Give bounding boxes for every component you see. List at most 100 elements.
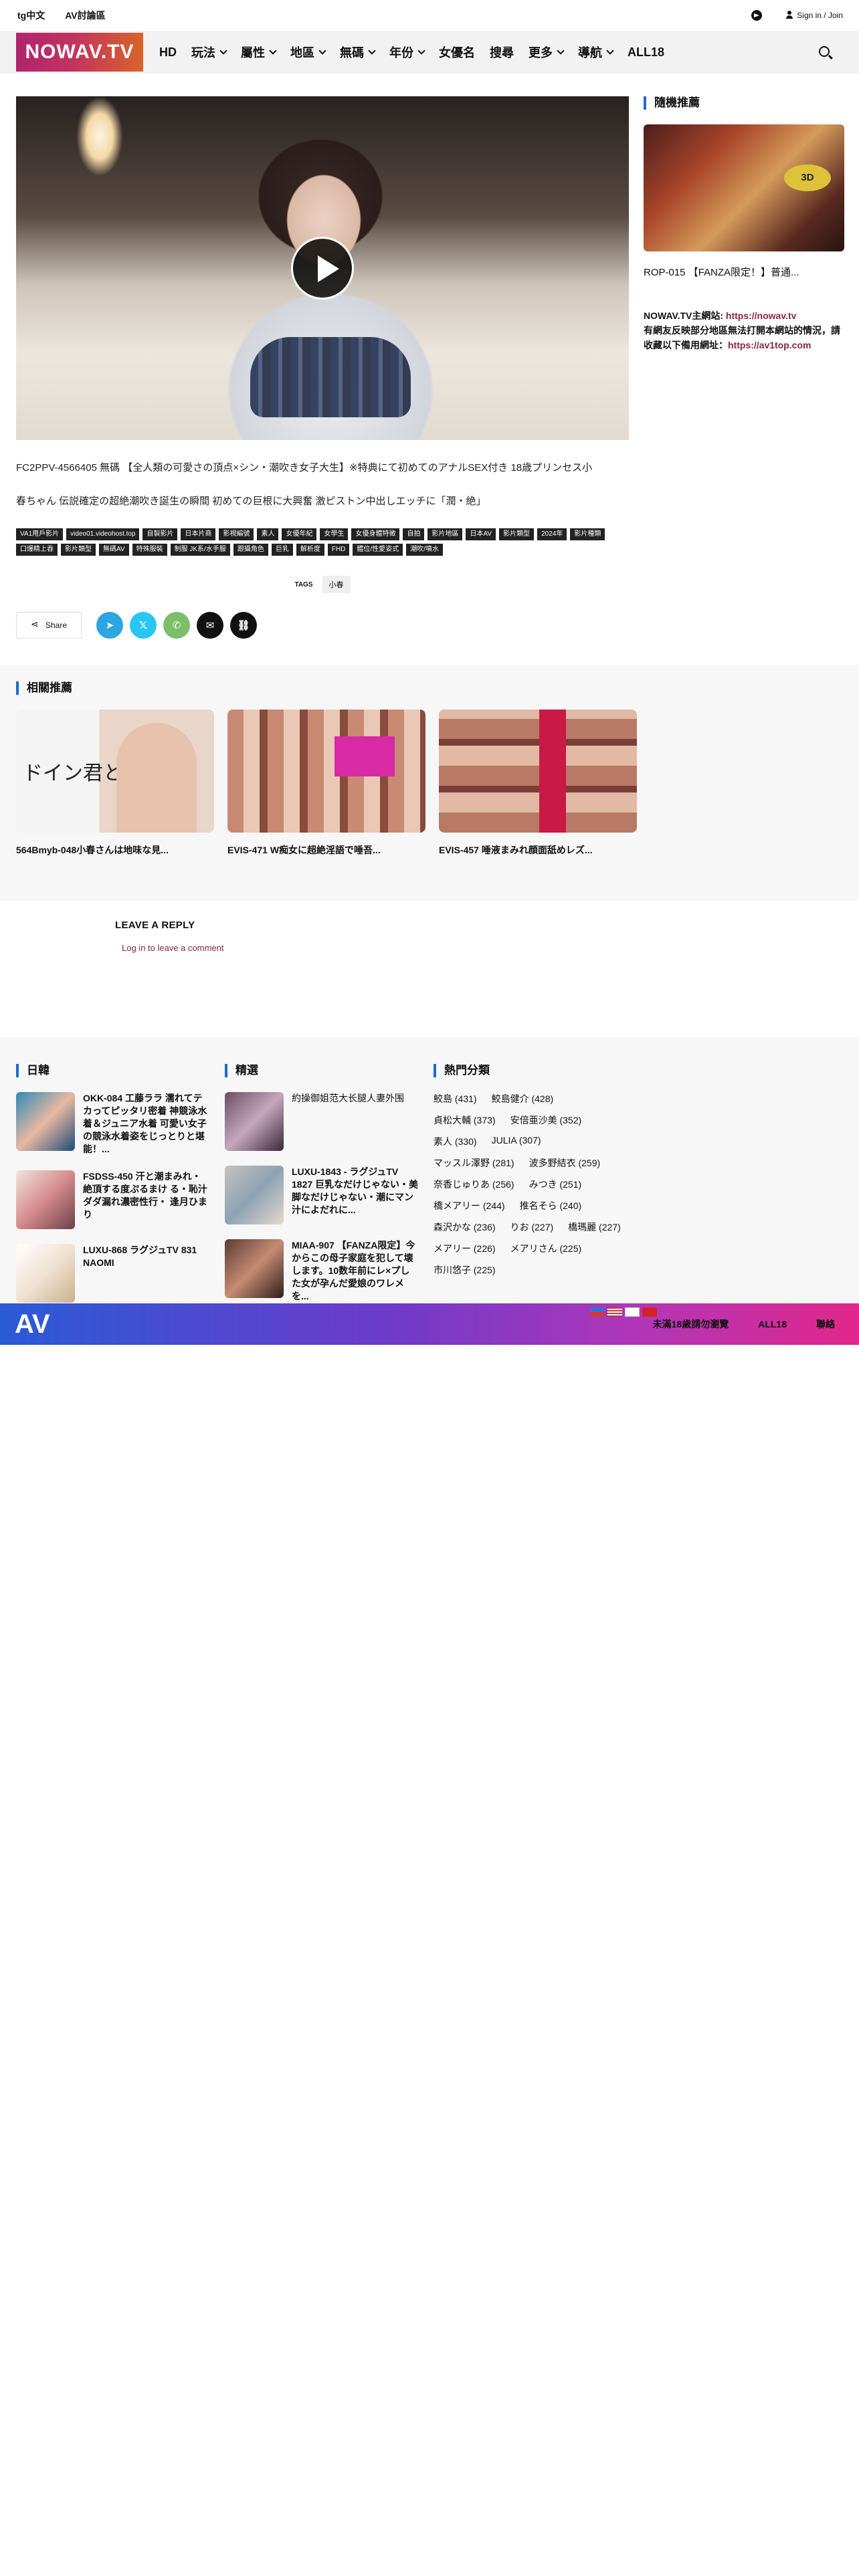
- nav-hd[interactable]: HD: [159, 45, 177, 60]
- popular-category-link[interactable]: 市川悠子 (225): [434, 1263, 496, 1277]
- footer-item[interactable]: LUXU-868 ラグジュTV 831 NAOMI: [16, 1244, 210, 1303]
- category-tag[interactable]: 2024年: [537, 528, 567, 540]
- category-tag[interactable]: 日本片商: [181, 528, 216, 540]
- category-tag[interactable]: 素人: [257, 528, 279, 540]
- email-share-icon[interactable]: ✉: [197, 612, 223, 639]
- related-thumbnail: [227, 710, 425, 833]
- main-header: NOWAV.TV HD 玩法 屬性 地區 無碼 年份 女優名 搜尋 更多 導航 …: [0, 31, 859, 74]
- category-tag[interactable]: FHD: [327, 544, 350, 556]
- nav-uncensored[interactable]: 無碼: [340, 43, 376, 61]
- play-icon[interactable]: [291, 237, 354, 300]
- category-tag[interactable]: video01.videohost.top: [66, 528, 140, 540]
- related-card[interactable]: ドイン君と 564Bmyb-048小春さんは地味な見...: [16, 710, 214, 857]
- nav-year[interactable]: 年份: [389, 43, 425, 61]
- popular-category-link[interactable]: 橋瑪麗 (227): [568, 1220, 621, 1234]
- category-tag[interactable]: 無碼AV: [99, 544, 129, 556]
- all18-link[interactable]: ALL18: [758, 1319, 787, 1329]
- nav-attr[interactable]: 屬性: [241, 43, 277, 61]
- popular-categories: 鮫島 (431) 鮫島健介 (428) 貞松大輔 (373) 安倍亜沙美 (352) 素…: [434, 1092, 628, 1277]
- related-thumbnail: [439, 710, 637, 833]
- category-tag[interactable]: 自拍: [403, 528, 425, 540]
- category-tag[interactable]: 口爆精上吞: [16, 544, 58, 556]
- category-tag[interactable]: 女優身體特徵: [351, 528, 400, 540]
- category-tag[interactable]: 女學生: [320, 528, 349, 540]
- category-tag[interactable]: 體位/性愛姿式: [353, 544, 403, 556]
- category-tag[interactable]: 潮吹/噴水: [406, 544, 443, 556]
- popular-category-link[interactable]: 森沢かな (236): [434, 1220, 496, 1234]
- nav-actress[interactable]: 女優名: [439, 43, 475, 61]
- footer-item[interactable]: LUXU-1843 - ラグジュTV 1827 巨乳なだけじゃない・美脚なだけじ…: [225, 1166, 419, 1224]
- thumbnail-art: ドイン君と: [23, 762, 123, 785]
- nav-more[interactable]: 更多: [529, 43, 565, 61]
- footer-item[interactable]: OKK-084 工藤ララ 濡れてテカってピッタリ密着 神競泳水着＆ジュニア水着 …: [16, 1092, 210, 1156]
- telegram-share-icon[interactable]: ➤: [96, 612, 123, 639]
- site-logo[interactable]: NOWAV.TV: [16, 33, 143, 72]
- popular-category-link[interactable]: 波多野結衣 (259): [529, 1156, 601, 1170]
- category-tag[interactable]: 影片類型: [61, 544, 96, 556]
- related-card[interactable]: EVIS-457 唾液まみれ顔面舐めレズ...: [439, 710, 637, 857]
- popular-category-link[interactable]: JULIA (307): [492, 1135, 541, 1148]
- category-tag[interactable]: 解析度: [296, 544, 324, 556]
- category-tag[interactable]: 制服 JK系/水手服: [170, 544, 230, 556]
- related-card[interactable]: EVIS-471 W痴女に超絶淫語で唾吾...: [227, 710, 425, 857]
- backup-site-link[interactable]: https://av1top.com: [728, 340, 811, 350]
- category-tag[interactable]: 自製影片: [142, 528, 178, 540]
- tag-link[interactable]: 小春: [322, 576, 351, 593]
- category-tag[interactable]: 影片地區: [427, 528, 463, 540]
- nav-region[interactable]: 地區: [290, 43, 326, 61]
- nav-search[interactable]: 搜尋: [490, 43, 514, 61]
- popular-category-link[interactable]: 橋メアリー (244): [434, 1199, 505, 1212]
- chevron-down-icon: [557, 46, 565, 55]
- popular-category-link[interactable]: 推名そら (240): [520, 1199, 582, 1212]
- footer-item[interactable]: 約操御姐范大长腿人妻外围: [225, 1092, 419, 1151]
- video-player[interactable]: [16, 96, 629, 440]
- search-icon[interactable]: [819, 46, 830, 57]
- share-button[interactable]: Share: [16, 612, 82, 639]
- popular-category-link[interactable]: 奈香じゅりあ (256): [434, 1178, 514, 1191]
- whatsapp-share-icon[interactable]: ✆: [163, 612, 190, 639]
- popular-category-link[interactable]: マッスル澤野 (281): [434, 1156, 514, 1170]
- footer-item[interactable]: FSDSS-450 汗と潮まみれ・絶頂する度ぷるまけ る・恥汁ダダ漏れ濃密性行・…: [16, 1170, 210, 1229]
- popular-category-link[interactable]: 安倍亜沙美 (352): [510, 1113, 582, 1127]
- category-tag[interactable]: 影片類型: [499, 528, 535, 540]
- popular-category-link[interactable]: みつき (251): [529, 1178, 582, 1191]
- category-tag[interactable]: 跟攝角色: [233, 544, 268, 556]
- popular-category-link[interactable]: りお (227): [510, 1220, 554, 1234]
- category-tag[interactable]: 影視編號: [219, 528, 254, 540]
- topbar-link-tg[interactable]: tg中文: [17, 9, 45, 22]
- nav-all18[interactable]: ALL18: [628, 45, 664, 60]
- category-tag[interactable]: 影片種類: [570, 528, 605, 540]
- popular-category-link[interactable]: 鮫島健介 (428): [492, 1092, 554, 1105]
- popular-category-link[interactable]: メアリさん (225): [510, 1242, 582, 1255]
- age-warning-link[interactable]: 未滿18歲請勿瀏覽: [653, 1317, 729, 1331]
- popular-category-link[interactable]: 鮫島 (431): [434, 1092, 477, 1105]
- sidebar-item[interactable]: 3D ROP-015 【FANZA限定！】普通...: [644, 124, 844, 279]
- popular-category-link[interactable]: メアリー (226): [434, 1242, 496, 1255]
- category-tag[interactable]: VA1用戶影片: [16, 528, 64, 540]
- twitter-share-icon[interactable]: 𝕏: [130, 612, 157, 639]
- nav-play[interactable]: 玩法: [191, 43, 227, 61]
- contact-link[interactable]: 聯絡: [816, 1317, 835, 1331]
- copy-link-icon[interactable]: ⛓: [230, 612, 257, 639]
- login-to-comment-link[interactable]: Log in to leave a comment: [122, 943, 629, 953]
- footer-item[interactable]: MIAA-907 【FANZA限定】今からこの母子家庭を犯して壊します。10数年…: [225, 1239, 419, 1303]
- related-title-text: EVIS-471 W痴女に超絶淫語で唾吾...: [227, 845, 381, 855]
- thumbnail-art: [335, 736, 395, 776]
- main-site-link[interactable]: https://nowav.tv: [726, 310, 797, 321]
- chevron-down-icon: [318, 46, 326, 55]
- category-tag[interactable]: 巨乳: [271, 544, 293, 556]
- topbar-link-forum[interactable]: AV討論區: [65, 9, 105, 22]
- popular-category-link[interactable]: 素人 (330): [434, 1135, 477, 1148]
- category-tag[interactable]: 女優年紀: [282, 528, 317, 540]
- flag-kr-icon[interactable]: [625, 1307, 640, 1317]
- flag-cn-traditional-icon[interactable]: [590, 1307, 605, 1317]
- signin-link[interactable]: Sign in / Join: [786, 11, 843, 20]
- nav-guide[interactable]: 導航: [578, 43, 614, 61]
- flag-us-icon[interactable]: [607, 1307, 622, 1317]
- category-tag[interactable]: 日本AV: [466, 528, 496, 540]
- telegram-icon[interactable]: [751, 10, 763, 21]
- sidebar: 隨機推薦 3D ROP-015 【FANZA限定！】普通... NOWAV.TV…: [644, 96, 844, 953]
- popular-category-link[interactable]: 貞松大輔 (373): [434, 1113, 496, 1127]
- footer-logo[interactable]: AV nowav.tv: [15, 1311, 50, 1354]
- category-tag[interactable]: 特殊服裝: [132, 544, 167, 556]
